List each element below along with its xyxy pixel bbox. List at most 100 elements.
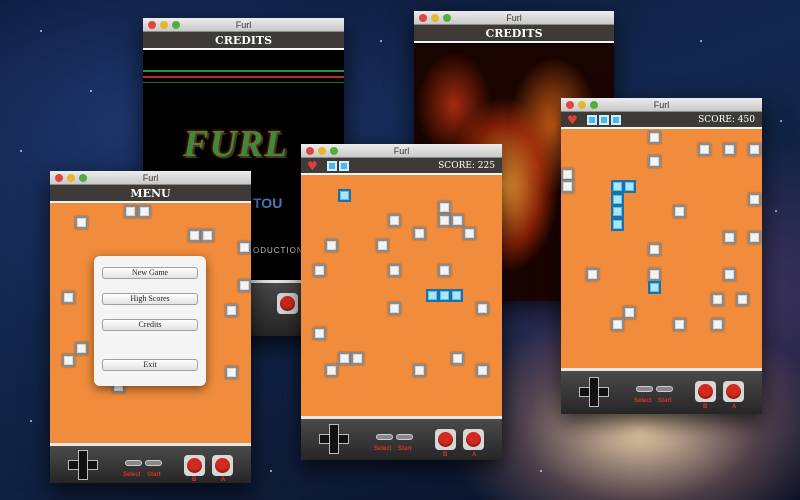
title-bar: Furl	[50, 171, 251, 185]
life-block	[587, 115, 597, 125]
block	[388, 214, 401, 227]
start-button[interactable]	[656, 386, 673, 392]
title-bar: Furl	[301, 144, 502, 158]
b-button[interactable]	[435, 429, 456, 450]
start-label: Start	[398, 446, 412, 452]
b-button[interactable]	[184, 455, 205, 476]
block	[62, 354, 75, 367]
block	[648, 131, 661, 144]
block	[376, 239, 389, 252]
credits-button[interactable]: Credits	[102, 319, 198, 331]
block	[673, 318, 686, 331]
minimize-button[interactable]	[431, 14, 439, 22]
select-button[interactable]	[125, 460, 142, 466]
game-window-1: Furl ♥ SCORE: 225 Select Start B A	[301, 144, 502, 460]
high-scores-button[interactable]: High Scores	[102, 293, 198, 305]
zoom-button[interactable]	[443, 14, 451, 22]
dpad[interactable]	[319, 424, 349, 454]
falling-block	[623, 180, 636, 193]
start-button[interactable]	[145, 460, 162, 466]
minimize-button[interactable]	[318, 147, 326, 155]
life-block	[599, 115, 609, 125]
game-window-2: Furl ♥ SCORE: 450 Select Start B A	[561, 98, 762, 414]
select-button[interactable]	[376, 434, 393, 440]
dpad[interactable]	[68, 450, 98, 480]
dpad[interactable]	[579, 377, 609, 407]
b-button[interactable]	[277, 293, 298, 314]
block	[476, 364, 489, 377]
block	[351, 352, 364, 365]
close-button[interactable]	[566, 101, 574, 109]
block	[476, 302, 489, 315]
zoom-button[interactable]	[590, 101, 598, 109]
credits-fragment-1: TOU	[253, 195, 283, 211]
window-title: Furl	[235, 20, 252, 30]
block	[748, 193, 761, 206]
score-display: SCORE: 450	[698, 115, 755, 125]
b-button[interactable]	[695, 381, 716, 402]
close-button[interactable]	[419, 14, 427, 22]
block	[124, 205, 137, 218]
block	[438, 264, 451, 277]
block	[75, 216, 88, 229]
a-button[interactable]	[212, 455, 233, 476]
falling-block	[611, 218, 624, 231]
zoom-button[interactable]	[79, 174, 87, 182]
game-board	[561, 131, 762, 368]
block	[611, 318, 624, 331]
lives-indicator	[587, 115, 621, 125]
close-button[interactable]	[55, 174, 63, 182]
a-label: A	[221, 477, 226, 483]
block	[238, 279, 251, 292]
credits-heading: CREDITS	[143, 32, 344, 50]
exit-button[interactable]: Exit	[102, 359, 198, 371]
select-label: Select	[374, 446, 392, 452]
new-game-button[interactable]: New Game	[102, 267, 198, 279]
minimize-button[interactable]	[160, 21, 168, 29]
block	[388, 302, 401, 315]
minimize-button[interactable]	[67, 174, 75, 182]
block	[413, 227, 426, 240]
credits-fragment-2: ODUCTION	[253, 246, 304, 255]
window-title: Furl	[393, 146, 410, 156]
a-label: A	[732, 404, 737, 410]
life-block	[611, 115, 621, 125]
block	[451, 214, 464, 227]
block	[586, 268, 599, 281]
block	[75, 342, 88, 355]
close-button[interactable]	[306, 147, 314, 155]
close-button[interactable]	[148, 21, 156, 29]
controller-panel: Select Start B A	[301, 416, 502, 460]
block	[413, 364, 426, 377]
start-button[interactable]	[396, 434, 413, 440]
a-button[interactable]	[723, 381, 744, 402]
block	[188, 229, 201, 242]
falling-block	[611, 205, 624, 218]
zoom-button[interactable]	[172, 21, 180, 29]
block	[338, 352, 351, 365]
falling-block	[450, 289, 463, 302]
score-bar: ♥ SCORE: 450	[561, 112, 762, 129]
block	[711, 293, 724, 306]
controller-panel: Select Start B A	[561, 368, 762, 414]
select-button[interactable]	[636, 386, 653, 392]
block	[648, 268, 661, 281]
score-display: SCORE: 225	[438, 161, 495, 171]
b-label: B	[703, 404, 708, 410]
block	[723, 143, 736, 156]
title-bar: Furl	[414, 11, 614, 25]
game-board	[301, 177, 502, 416]
zoom-button[interactable]	[330, 147, 338, 155]
block	[723, 231, 736, 244]
block	[698, 143, 711, 156]
heart-icon: ♥	[307, 159, 318, 173]
controller-panel: Select Start B A	[50, 443, 251, 483]
minimize-button[interactable]	[578, 101, 586, 109]
heart-icon: ♥	[567, 113, 578, 127]
block	[451, 352, 464, 365]
block	[225, 366, 238, 379]
a-button[interactable]	[463, 429, 484, 450]
block	[138, 205, 151, 218]
player-block	[338, 189, 351, 202]
block	[561, 180, 574, 193]
